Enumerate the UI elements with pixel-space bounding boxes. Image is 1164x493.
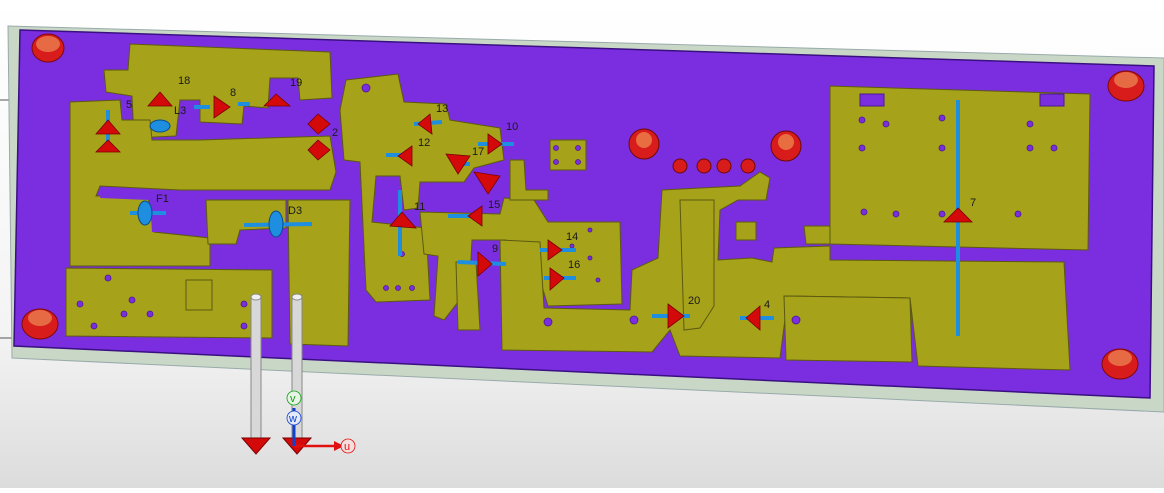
component-label: D3 xyxy=(288,205,302,217)
connector-pad xyxy=(185,279,213,311)
port-label: 18 xyxy=(178,75,190,87)
w-axis-label: w xyxy=(288,413,297,425)
v-axis-label: v xyxy=(290,393,296,405)
port-label: 13 xyxy=(436,103,448,115)
pad-icon xyxy=(716,158,732,174)
fuse-icon xyxy=(137,200,153,226)
port-arrow-icon xyxy=(240,437,272,455)
port-label: 12 xyxy=(418,137,430,149)
pcb-3d-viewport[interactable]: 5 18 8 19 2 13 12 10 17 11 15 9 14 16 20… xyxy=(0,0,1164,488)
probe-pin xyxy=(250,295,262,439)
pad-icon xyxy=(740,158,756,174)
pcb-scene[interactable]: 5 18 8 19 2 13 12 10 17 11 15 9 14 16 20… xyxy=(0,0,1164,488)
u-axis-label: u xyxy=(344,441,350,453)
port-label: 11 xyxy=(414,201,425,213)
port-label: 4 xyxy=(764,299,770,311)
pad-icon xyxy=(696,158,712,174)
port-label: 8 xyxy=(230,87,236,99)
port-label: 14 xyxy=(566,231,578,243)
port-label: 19 xyxy=(290,77,302,89)
pad-cutout xyxy=(859,93,885,107)
component-label: L3 xyxy=(174,105,186,117)
component-label: F1 xyxy=(156,193,169,205)
port-label: 10 xyxy=(506,121,518,133)
port-label: 15 xyxy=(488,199,500,211)
pad-icon xyxy=(672,158,688,174)
inductor-icon xyxy=(149,119,171,133)
port-label: 20 xyxy=(688,295,700,307)
port-label: 9 xyxy=(492,243,498,255)
port-label: 7 xyxy=(970,197,976,209)
port-label: 5 xyxy=(126,99,132,111)
diode-icon xyxy=(268,210,284,238)
port-label: 16 xyxy=(568,259,580,271)
pad-cutout xyxy=(1039,93,1065,107)
port-label: 2 xyxy=(332,127,338,139)
port-label: 17 xyxy=(472,146,484,158)
